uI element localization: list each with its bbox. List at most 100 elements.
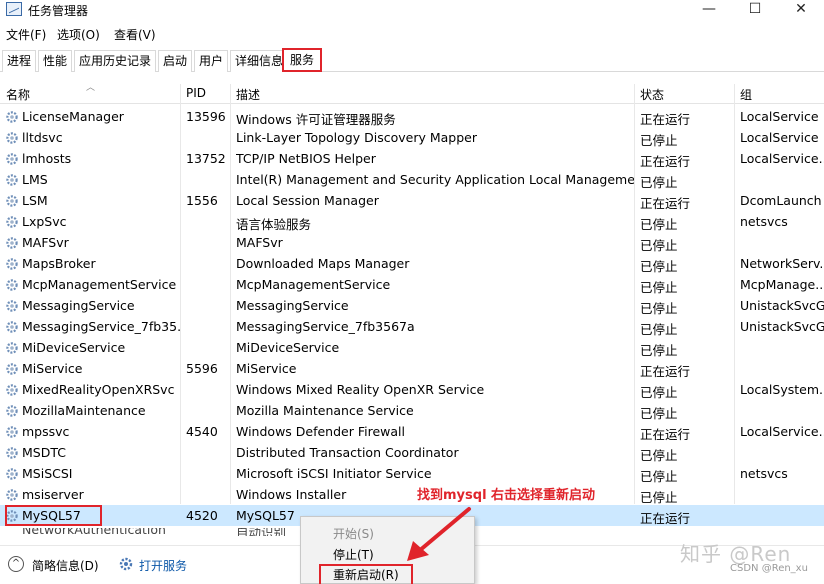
tab-startup[interactable]: 启动 xyxy=(158,50,193,72)
service-name: LSM xyxy=(22,193,48,208)
service-name: MozillaMaintenance xyxy=(22,403,146,418)
table-row[interactable]: MAFSvr MAFSvr 已停止 xyxy=(0,232,824,253)
table-row[interactable]: LMS Intel(R) Management and Security Appl… xyxy=(0,169,824,190)
gear-icon xyxy=(6,300,18,312)
annotation-text: 找到mysql 右击选择重新启动 xyxy=(417,488,596,503)
service-status: 正在运行 xyxy=(640,364,691,379)
gear-icon xyxy=(6,132,18,144)
tab-app-history[interactable]: 应用历史记录 xyxy=(74,50,157,72)
gear-icon xyxy=(6,384,18,396)
service-description: Distributed Transaction Coordinator xyxy=(236,445,459,460)
column-description[interactable]: 描述 xyxy=(236,86,260,103)
table-row[interactable]: MessagingService MessagingService 已停止 Unist… xyxy=(0,295,824,316)
gear-icon xyxy=(6,321,18,333)
service-group: LocalService... xyxy=(740,151,824,166)
menu-stop[interactable]: 停止(T) xyxy=(333,546,374,563)
service-group: netsvcs xyxy=(740,466,788,481)
service-status: 正在运行 xyxy=(640,112,691,127)
table-row[interactable]: lltdsvc Link-Layer Topology Discovery Map… xyxy=(0,127,824,148)
table-row[interactable]: MiDeviceService MiDeviceService 已停止 xyxy=(0,337,824,358)
chevron-up-icon[interactable]: ^ xyxy=(8,556,24,572)
service-description: Downloaded Maps Manager xyxy=(236,256,410,271)
service-name: MapsBroker xyxy=(22,256,96,271)
column-name[interactable]: 名称 xyxy=(6,86,30,103)
service-name: msiserver xyxy=(22,487,84,502)
service-name: McpManagementService xyxy=(22,277,177,292)
service-description: Windows Defender Firewall xyxy=(236,424,405,439)
gear-icon xyxy=(6,468,18,480)
gear-icon xyxy=(6,258,18,270)
table-row[interactable]: MixedRealityOpenXRSvc Windows Mixed Reali… xyxy=(0,379,824,400)
service-status: 已停止 xyxy=(640,343,678,358)
service-status: 已停止 xyxy=(640,280,678,295)
table-row[interactable]: MSDTC Distributed Transaction Coordinator… xyxy=(0,442,824,463)
table-row[interactable]: mpssvc 4540 Windows Defender Firewall 正在运行 L… xyxy=(0,421,824,442)
menu-start[interactable]: 开始(S) xyxy=(333,525,374,542)
tab-services[interactable]: 服务 xyxy=(282,48,323,72)
service-status: 已停止 xyxy=(640,469,678,484)
service-description: Windows 许可证管理器服务 xyxy=(236,112,396,127)
partial-row-description: 自动识别 xyxy=(236,528,287,536)
service-group: LocalService... xyxy=(740,424,824,439)
service-name: lltdsvc xyxy=(22,130,63,145)
service-description: 语言体验服务 xyxy=(236,217,312,232)
service-description: Microsoft iSCSI Initiator Service xyxy=(236,466,432,481)
table-row[interactable]: McpManagementService McpManagementService… xyxy=(0,274,824,295)
table-row[interactable]: MSiSCSI Microsoft iSCSI Initiator Service… xyxy=(0,463,824,484)
service-status: 已停止 xyxy=(640,490,678,505)
table-row[interactable]: msiserver Windows Installer 已停止 xyxy=(0,484,824,505)
table-row[interactable]: lmhosts 13752 TCP/IP NetBIOS Helper 正在运行 Loc… xyxy=(0,148,824,169)
table-row[interactable]: LicenseManager 13596 Windows 许可证管理器服务 正在运行 L… xyxy=(0,106,824,127)
service-name: lmhosts xyxy=(22,151,72,166)
tab-performance[interactable]: 性能 xyxy=(38,50,73,72)
service-description: Windows Mixed Reality OpenXR Service xyxy=(236,382,485,397)
service-description: Mozilla Maintenance Service xyxy=(236,403,414,418)
menu-options[interactable]: 选项(O) xyxy=(57,26,100,43)
service-name: MessagingService xyxy=(22,298,135,313)
gear-icon xyxy=(6,195,18,207)
gear-icon xyxy=(6,489,18,501)
gear-icon xyxy=(6,405,18,417)
service-pid: 5596 xyxy=(186,361,218,376)
menu-file[interactable]: 文件(F) xyxy=(6,26,46,43)
gear-icon xyxy=(6,216,18,228)
table-row[interactable]: LxpSvc 语言体验服务 已停止 netsvcs xyxy=(0,211,824,232)
table-row[interactable]: MozillaMaintenance Mozilla Maintenance Se… xyxy=(0,400,824,421)
service-description: MiDeviceService xyxy=(236,340,340,355)
table-row[interactable]: MapsBroker Downloaded Maps Manager 已停止 Netw… xyxy=(0,253,824,274)
service-group: McpManage... xyxy=(740,277,824,292)
window-title: 任务管理器 xyxy=(28,4,89,18)
column-status[interactable]: 状态 xyxy=(640,86,664,103)
menu-view[interactable]: 查看(V) xyxy=(114,26,156,43)
column-pid[interactable]: PID xyxy=(186,86,206,100)
tab-details[interactable]: 详细信息 xyxy=(230,50,289,72)
close-button[interactable]: ✕ xyxy=(778,0,824,20)
column-group[interactable]: 组 xyxy=(740,86,752,103)
table-row[interactable]: LSM 1556 Local Session Manager 正在运行 DcomLaun… xyxy=(0,190,824,211)
minimize-button[interactable]: — xyxy=(686,0,732,20)
table-row[interactable]: MiService 5596 MiService 正在运行 xyxy=(0,358,824,379)
tab-processes[interactable]: 进程 xyxy=(2,50,37,72)
maximize-button[interactable]: ☐ xyxy=(732,0,778,20)
service-name: LMS xyxy=(22,172,48,187)
annotation-arrow-icon xyxy=(407,507,471,561)
table-row[interactable]: MessagingService_7fb35... MessagingServic… xyxy=(0,316,824,337)
partial-row-name: NetworkAuthentication xyxy=(22,528,166,536)
title-bar: 任务管理器 — ☐ ✕ xyxy=(0,0,824,20)
service-group: UnistackSvcG... xyxy=(740,319,824,334)
service-description: MessagingService_7fb3567a xyxy=(236,319,415,334)
menu-restart[interactable]: 重新启动(R) xyxy=(319,564,413,584)
service-name: MiService xyxy=(22,361,83,376)
tab-users[interactable]: 用户 xyxy=(194,50,229,72)
mysql-highlight-box xyxy=(5,505,102,526)
open-services-link[interactable]: 打开服务 xyxy=(139,557,187,574)
service-description: McpManagementService xyxy=(236,277,391,292)
gear-icon xyxy=(6,363,18,375)
service-description: Intel(R) Management and Security Applica… xyxy=(236,172,634,187)
service-status: 已停止 xyxy=(640,217,678,232)
service-group: LocalService xyxy=(740,130,819,145)
service-group: NetworkServ... xyxy=(740,256,824,271)
service-status: 正在运行 xyxy=(640,196,691,211)
fewer-details-button[interactable]: 简略信息(D) xyxy=(32,557,99,574)
service-group: LocalSystem... xyxy=(740,382,824,397)
